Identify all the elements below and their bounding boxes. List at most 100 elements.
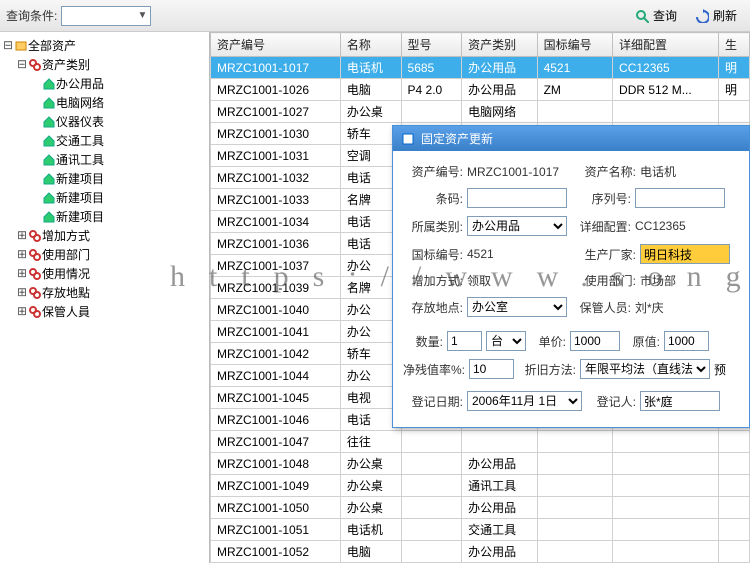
tree-root[interactable]: ⊟ 全部资产 xyxy=(2,36,207,55)
table-row[interactable]: MRZC1001-1051电话机交通工具 xyxy=(211,519,750,541)
grid-cell: 4521 xyxy=(537,57,612,79)
grid-cell: CC12365 xyxy=(613,57,719,79)
expand-icon[interactable]: ⊞ xyxy=(16,247,28,262)
query-condition-dropdown[interactable]: ▼ xyxy=(61,6,151,26)
tree-group-item[interactable]: ⊞使用部门 xyxy=(2,245,207,264)
select-depr[interactable]: 年限平均法（直线法） xyxy=(580,359,710,379)
value-add-method: 领取 xyxy=(467,272,572,289)
table-row[interactable]: MRZC1001-1017电话机5685办公用品4521CC12365明 xyxy=(211,57,750,79)
tree-category-item[interactable]: 通讯工具 xyxy=(2,150,207,169)
tree-category-item[interactable]: 仪器仪表 xyxy=(2,112,207,131)
grid-cell: MRZC1001-1045 xyxy=(211,387,341,409)
tree-category-item[interactable]: 电脑网络 xyxy=(2,93,207,112)
input-barcode[interactable] xyxy=(467,188,567,208)
collapse-icon[interactable]: ⊟ xyxy=(2,38,14,53)
grid-cell: DDR 512 M... xyxy=(613,79,719,101)
search-button-label: 查询 xyxy=(653,7,677,24)
grid-header-cell[interactable]: 生 xyxy=(719,33,750,57)
tree-group-item[interactable]: ⊞使用情况 xyxy=(2,264,207,283)
grid-cell: MRZC1001-1051 xyxy=(211,519,341,541)
tree-group-item[interactable]: ⊞保管人員 xyxy=(2,302,207,321)
grid-cell xyxy=(719,541,750,563)
input-salvage[interactable] xyxy=(469,359,514,379)
table-row[interactable]: MRZC1001-1048办公桌办公用品 xyxy=(211,453,750,475)
grid-cell: MRZC1001-1044 xyxy=(211,365,341,387)
collapse-icon[interactable]: ⊟ xyxy=(16,57,28,72)
grid-cell: MRZC1001-1036 xyxy=(211,233,341,255)
grid-cell: 办公桌 xyxy=(340,101,401,123)
tree-category-item[interactable]: 办公用品 xyxy=(2,74,207,93)
dialog-body: 资产编号: MRZC1001-1017 资产名称: 电话机 条码: 序列号: 所… xyxy=(393,151,749,427)
grid-header-cell[interactable]: 资产类别 xyxy=(462,33,537,57)
search-icon xyxy=(635,9,649,23)
expand-icon[interactable]: ⊞ xyxy=(16,228,28,243)
tree-category-item[interactable]: 新建项目 xyxy=(2,169,207,188)
select-reg-date[interactable]: 2006年11月 1日 xyxy=(467,391,582,411)
tree-category-item[interactable]: 新建项目 xyxy=(2,188,207,207)
label-asset-name: 资产名称: xyxy=(576,163,636,180)
grid-cell: 办公用品 xyxy=(462,79,537,101)
tree-category-item[interactable]: 交通工具 xyxy=(2,131,207,150)
house-icon xyxy=(42,77,56,91)
grid-header-cell[interactable]: 国标编号 xyxy=(537,33,612,57)
input-serial[interactable] xyxy=(635,188,725,208)
input-price[interactable] xyxy=(570,331,620,351)
input-orig[interactable] xyxy=(664,331,709,351)
grid-cell: 办公用品 xyxy=(462,541,537,563)
input-maker[interactable] xyxy=(640,244,730,264)
grid-cell: MRZC1001-1017 xyxy=(211,57,341,79)
table-row[interactable]: MRZC1001-1027办公桌电脑网络 xyxy=(211,101,750,123)
grid-header-row: 资产编号名称型号资产类别国标编号详细配置生 xyxy=(211,33,750,57)
grid-cell: MRZC1001-1049 xyxy=(211,475,341,497)
grid-cell xyxy=(401,101,462,123)
label-reg-date: 登记日期: xyxy=(403,393,463,410)
grid-cell xyxy=(613,475,719,497)
house-icon xyxy=(42,153,56,167)
tree-category-group[interactable]: ⊟ 资产类别 xyxy=(2,55,207,74)
grid-header-cell[interactable]: 资产编号 xyxy=(211,33,341,57)
grid-cell: MRZC1001-1033 xyxy=(211,189,341,211)
input-qty[interactable] xyxy=(447,331,482,351)
select-location[interactable]: 办公室 xyxy=(467,297,567,317)
grid-cell: MRZC1001-1042 xyxy=(211,343,341,365)
grid-cell: 通讯工具 xyxy=(462,475,537,497)
grid-cell: MRZC1001-1027 xyxy=(211,101,341,123)
label-detail: 详细配置: xyxy=(571,218,631,235)
expand-icon[interactable]: ⊞ xyxy=(16,285,28,300)
table-row[interactable]: MRZC1001-1050办公桌办公用品 xyxy=(211,497,750,519)
house-icon xyxy=(42,210,56,224)
label-orig: 原值: xyxy=(624,333,660,350)
search-button[interactable]: 查询 xyxy=(628,4,684,27)
table-row[interactable]: MRZC1001-1047往往 xyxy=(211,431,750,453)
tree-category-item[interactable]: 新建项目 xyxy=(2,207,207,226)
tree-group-item[interactable]: ⊞增加方式 xyxy=(2,226,207,245)
grid-cell xyxy=(537,475,612,497)
grid-cell: MRZC1001-1050 xyxy=(211,497,341,519)
select-category[interactable]: 办公用品 xyxy=(467,216,567,236)
grid-cell: 明 xyxy=(719,57,750,79)
link-icon xyxy=(28,58,42,72)
grid-header-cell[interactable]: 详细配置 xyxy=(613,33,719,57)
grid-header-cell[interactable]: 名称 xyxy=(340,33,401,57)
grid-cell xyxy=(613,541,719,563)
grid-cell xyxy=(401,497,462,519)
refresh-button[interactable]: 刷新 xyxy=(688,4,744,27)
grid-header-cell[interactable]: 型号 xyxy=(401,33,462,57)
label-location: 存放地点: xyxy=(403,299,463,316)
tree-group-item[interactable]: ⊞存放地點 xyxy=(2,283,207,302)
value-dept: 市场部 xyxy=(640,272,676,289)
grid-cell: 办公用品 xyxy=(462,497,537,519)
table-row[interactable]: MRZC1001-1026电脑P4 2.0办公用品ZMDDR 512 M...明 xyxy=(211,79,750,101)
label-nation-no: 国标编号: xyxy=(403,246,463,263)
table-row[interactable]: MRZC1001-1049办公桌通讯工具 xyxy=(211,475,750,497)
expand-icon[interactable]: ⊞ xyxy=(16,266,28,281)
select-unit[interactable]: 台 xyxy=(486,331,526,351)
dialog-titlebar[interactable]: 固定资产更新 xyxy=(393,126,749,151)
grid-cell: MRZC1001-1037 xyxy=(211,255,341,277)
input-registrar[interactable] xyxy=(640,391,720,411)
grid-cell xyxy=(719,431,750,453)
expand-icon[interactable]: ⊞ xyxy=(16,304,28,319)
grid-cell xyxy=(719,453,750,475)
table-row[interactable]: MRZC1001-1052电脑办公用品 xyxy=(211,541,750,563)
grid-cell xyxy=(613,453,719,475)
